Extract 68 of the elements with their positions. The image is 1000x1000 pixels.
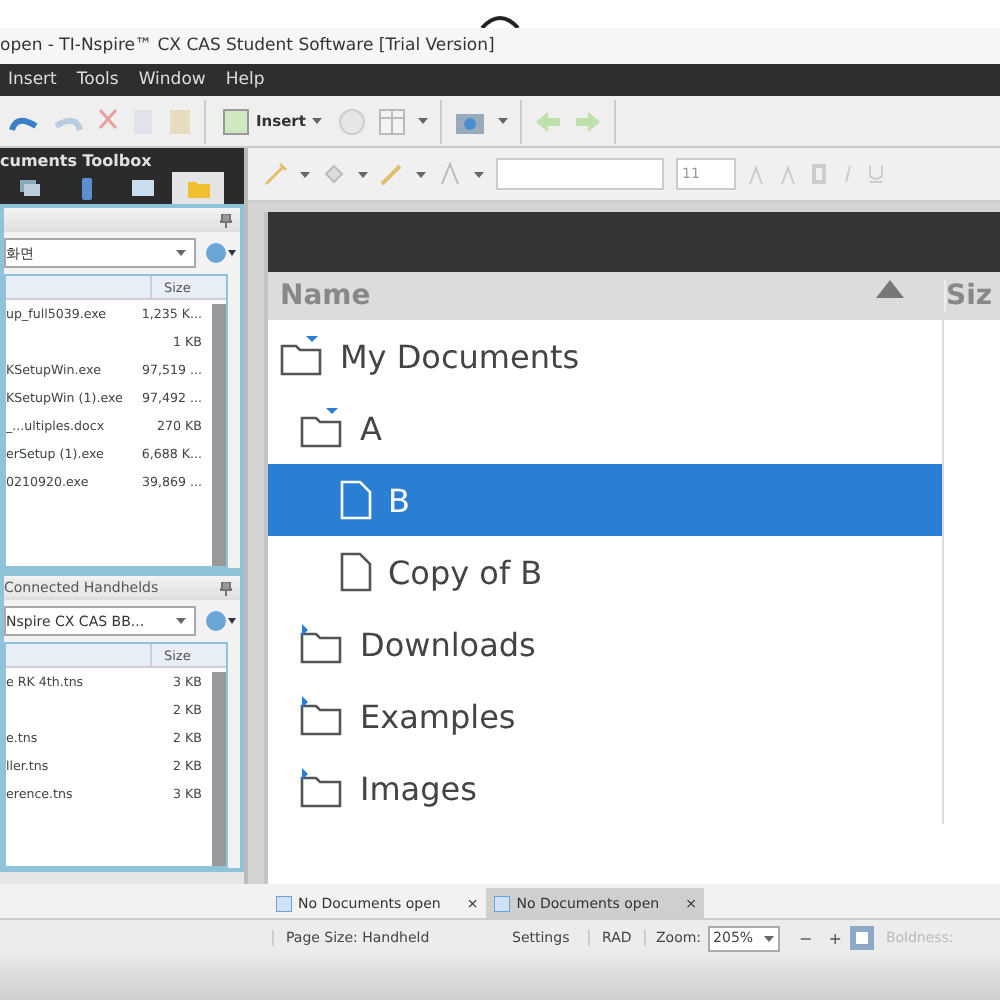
document-icon [340,480,372,520]
fill-icon[interactable] [322,162,346,186]
font-field[interactable] [496,158,664,190]
window-title: open - TI-Nspire™ CX CAS Student Software [Trial Version] [0,36,495,56]
caret-icon [474,171,484,177]
caret-icon [416,171,426,177]
camera-notch-icon [480,14,520,28]
document-icon [276,895,292,911]
document-icon [494,895,511,911]
globe-icon[interactable] [204,610,236,632]
globe-icon[interactable] [204,242,236,264]
file-row[interactable]: B [268,464,944,536]
magic-wand-icon[interactable] [264,162,288,186]
handheld-icon [81,177,91,199]
folder-icon [280,336,324,376]
pages-icon [18,178,42,198]
scrollbar[interactable] [212,304,226,566]
folder-icon [300,768,344,808]
caret-icon [176,618,186,624]
paste-icon[interactable] [168,107,192,135]
pen-icon[interactable] [380,162,404,186]
caret-icon [497,118,508,124]
menu-item[interactable]: Window [138,70,206,90]
scissors-icon[interactable] [96,107,120,135]
folder-icon [187,179,209,197]
file-name: Images [360,769,477,807]
arrow-right-icon[interactable] [573,109,602,133]
file-row[interactable]: Images [268,752,944,824]
menu-item[interactable]: Tools [76,70,119,90]
file-name: My Documents [340,337,580,375]
file-name: Copy of B [388,553,543,591]
caret-icon [417,118,428,124]
file-name: Downloads [360,625,536,663]
zoom-out-button[interactable]: − [791,929,821,947]
circle-icon[interactable] [337,107,366,135]
caret-icon [358,171,368,177]
mail-icon [131,180,153,196]
arrow-left-icon[interactable] [533,109,562,133]
file-row[interactable]: My Documents [268,320,944,392]
caret-icon [176,250,186,256]
caret-icon [763,935,774,941]
file-name: B [388,481,410,519]
menu-item[interactable]: Insert [8,70,57,90]
table-icon[interactable] [377,107,406,135]
file-name: A [360,409,382,447]
menu-item[interactable]: Help [225,70,265,90]
italic-icon[interactable] [840,164,856,184]
scrollbar[interactable] [212,672,226,866]
zoom-in-button[interactable]: + [820,929,850,947]
fit-page-icon[interactable] [849,926,874,950]
folder-icon [300,624,344,664]
bold-icon[interactable] [812,164,828,184]
underline-icon[interactable] [868,164,884,184]
panel-title: cuments Toolbox [0,150,154,172]
pin-icon[interactable] [220,213,232,227]
file-row[interactable]: Downloads [268,608,944,680]
caret-icon [311,118,322,124]
pin-icon[interactable] [220,581,232,595]
document-icon [340,552,372,592]
folder-icon [300,696,344,736]
page-icon [222,107,250,135]
file-row[interactable]: Examples [268,680,944,752]
file-row[interactable]: Copy of B [268,536,944,608]
caret-icon [300,171,310,177]
folder-icon [300,408,344,448]
camera-icon[interactable] [453,109,486,133]
file-name: Examples [360,697,516,735]
sort-icon[interactable] [876,280,904,298]
